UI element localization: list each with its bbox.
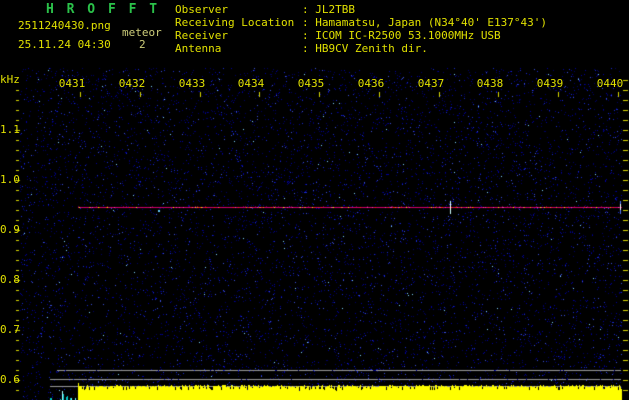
- station-value: HB9CV Zenith dir.: [315, 42, 428, 55]
- station-label: Receiver: [175, 29, 228, 42]
- station-value: Hamamatsu, Japan (N34°40' E137°43'): [315, 16, 548, 29]
- time-tick-label: 0440: [596, 77, 624, 90]
- khz-unit-label: kHz: [0, 73, 20, 86]
- meteor-count: 2: [139, 38, 146, 51]
- station-row: Antenna: HB9CV Zenith dir.: [175, 42, 428, 55]
- time-tick-label: 0433: [178, 77, 206, 90]
- filename-label: 2511240430.png: [18, 19, 111, 32]
- station-value: ICOM IC-R2500 53.1000MHz USB: [315, 29, 501, 42]
- datetime-label: 25.11.24 04:30: [18, 38, 111, 51]
- station-row: Receiving Location: Hamamatsu, Japan (N3…: [175, 16, 547, 29]
- app-title: H R O F F T: [46, 2, 160, 17]
- freq-tick-label: 0.9: [0, 223, 20, 236]
- time-tick-label: 0439: [536, 77, 564, 90]
- freq-tick-label: 1.1: [0, 123, 20, 136]
- mode-label: meteor: [122, 26, 162, 39]
- station-row: Receiver: ICOM IC-R2500 53.1000MHz USB: [175, 29, 501, 42]
- spectrogram-canvas: [0, 0, 629, 400]
- station-label: Receiving Location: [175, 16, 295, 29]
- station-label: Observer: [175, 3, 228, 16]
- station-row: Observer: JL2TBB: [175, 3, 355, 16]
- hrofft-screen: H R O F F T 2511240430.png meteor 25.11.…: [0, 0, 629, 400]
- station-colon: :: [302, 29, 316, 42]
- station-colon: :: [302, 3, 316, 16]
- time-tick-label: 0434: [237, 77, 265, 90]
- time-tick-label: 0436: [357, 77, 385, 90]
- station-colon: :: [302, 42, 316, 55]
- station-value: JL2TBB: [315, 3, 355, 16]
- time-tick-label: 0431: [58, 77, 86, 90]
- freq-tick-label: 0.7: [0, 323, 20, 336]
- time-tick-label: 0435: [297, 77, 325, 90]
- station-colon: :: [302, 16, 316, 29]
- freq-tick-label: 1.0: [0, 173, 20, 186]
- time-tick-label: 0438: [476, 77, 504, 90]
- time-tick-label: 0432: [118, 77, 146, 90]
- station-label: Antenna: [175, 42, 222, 55]
- freq-tick-label: 0.6: [0, 373, 20, 386]
- time-tick-label: 0437: [417, 77, 445, 90]
- freq-tick-label: 0.8: [0, 273, 20, 286]
